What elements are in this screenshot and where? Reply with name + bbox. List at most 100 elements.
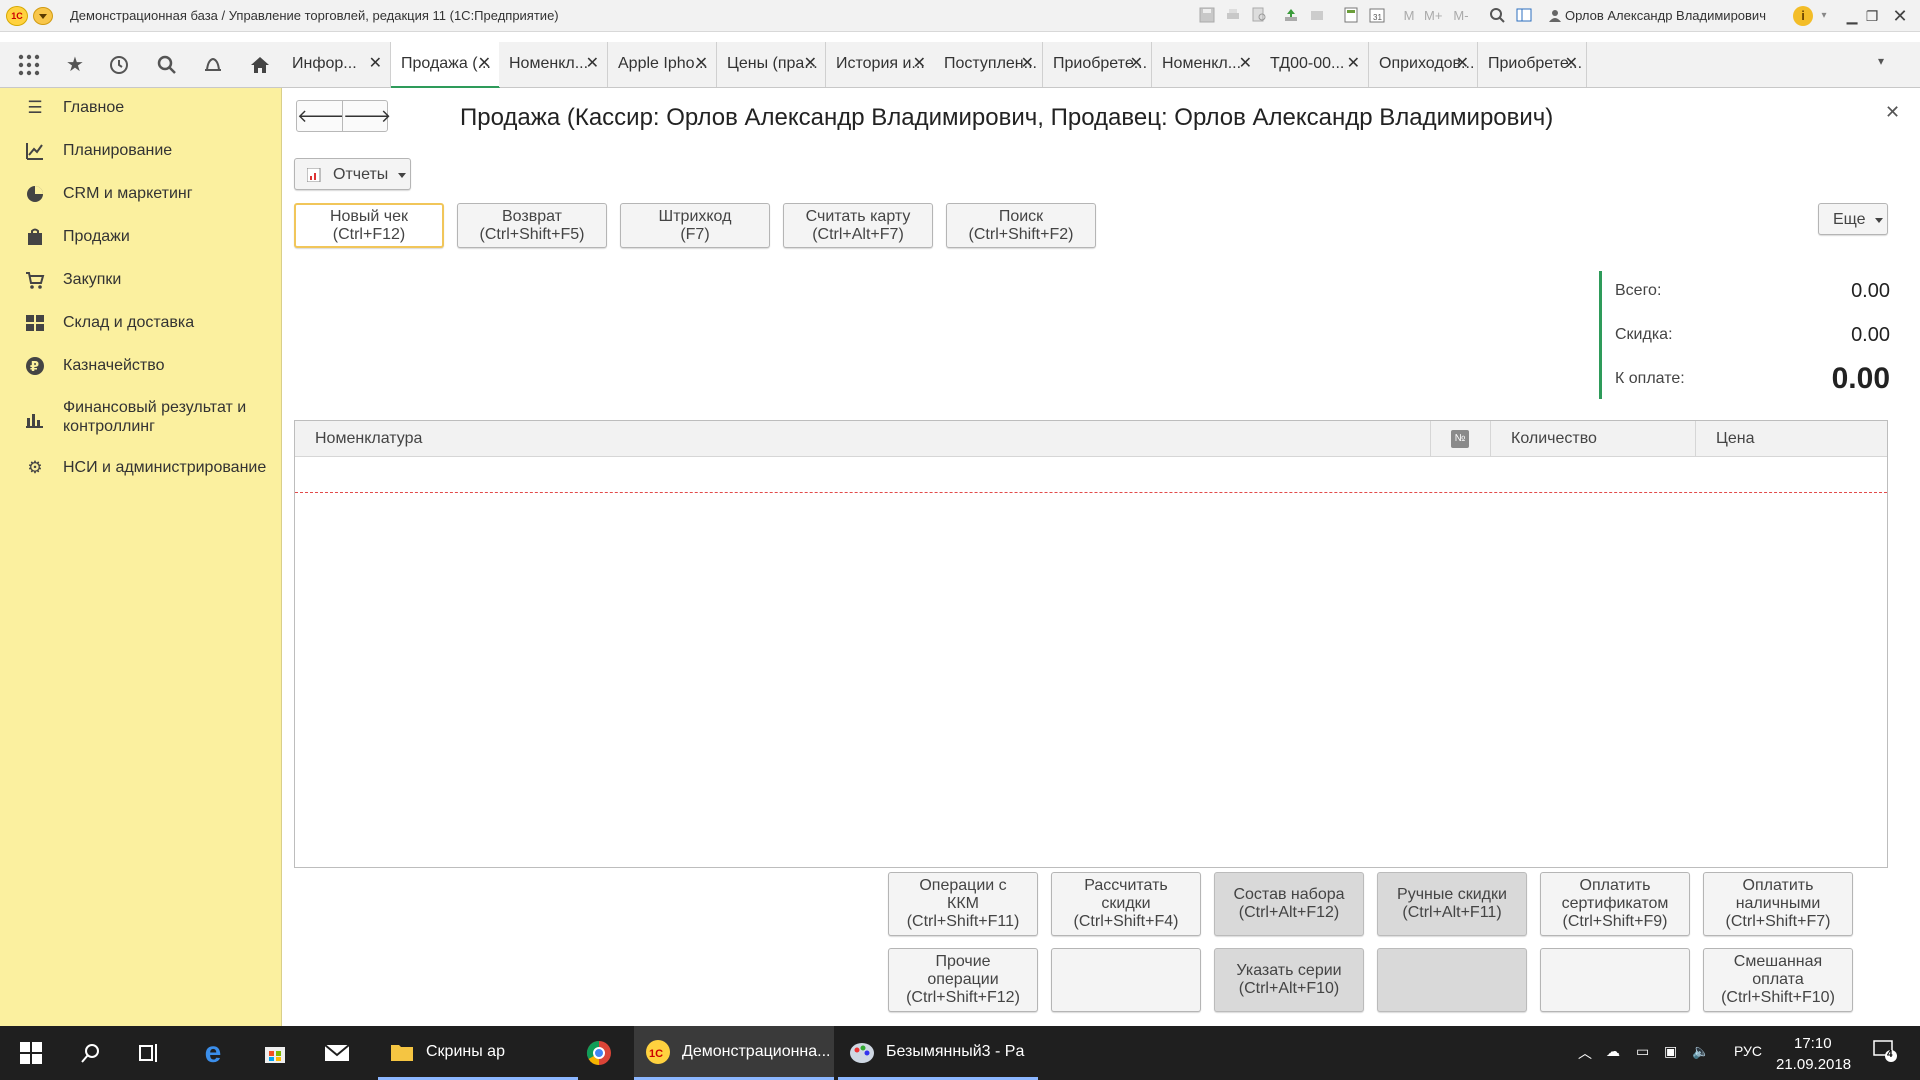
pay-cash-button[interactable]: Оплатить наличными (Ctrl+Shift+F7) (1703, 872, 1853, 936)
favorites-star-icon[interactable]: ★ (60, 50, 90, 80)
taskbar-app-1c[interactable]: 1С Демонстрационна... (634, 1026, 834, 1080)
search-button[interactable]: Поиск (Ctrl+Shift+F2) (946, 203, 1096, 248)
calendar-icon[interactable]: 31 (1368, 7, 1386, 25)
close-window-icon[interactable]: ✕ (1886, 4, 1914, 28)
notifications-icon[interactable]: 4 (1872, 1039, 1898, 1066)
close-tab-icon[interactable]: ✕ (804, 53, 817, 73)
clock-date[interactable]: 21.09.2018 (1776, 1056, 1851, 1073)
main-menu-icon[interactable] (33, 7, 53, 25)
specify-series-button[interactable]: Указать серии (Ctrl+Alt+F10) (1214, 948, 1364, 1012)
sidebar-item-sales[interactable]: Продажи (0, 219, 282, 255)
barcode-button[interactable]: Штрихкод (F7) (620, 203, 770, 248)
column-header-quantity[interactable]: Количество (1491, 421, 1696, 457)
close-tab-icon[interactable]: ✕ (913, 53, 926, 73)
close-tab-icon[interactable]: ✕ (695, 53, 708, 73)
close-tab-icon[interactable]: ✕ (1021, 53, 1034, 73)
empty-button-5[interactable] (1540, 948, 1690, 1012)
back-arrow-icon[interactable]: 🡐 (297, 104, 345, 128)
close-tab-icon[interactable]: ✕ (478, 53, 491, 73)
taskbar-app-paint[interactable]: Безымянный3 - Pa (838, 1026, 1038, 1080)
sidebar-item-admin[interactable]: ⚙ НСИ и администрирование (0, 450, 282, 486)
return-button[interactable]: Возврат (Ctrl+Shift+F5) (457, 203, 607, 248)
close-tab-icon[interactable]: ✕ (369, 53, 382, 73)
clock-time[interactable]: 17:10 (1794, 1035, 1832, 1052)
battery-icon[interactable]: ▭ (1636, 1043, 1649, 1060)
bell-icon[interactable] (198, 50, 228, 80)
tab-7[interactable]: Приобрете... ✕ (1043, 42, 1152, 87)
close-tab-icon[interactable]: ✕ (1347, 53, 1360, 73)
task-view-icon[interactable] (134, 1038, 164, 1068)
sidebar-item-warehouse[interactable]: Склад и доставка (0, 305, 282, 341)
forward-arrow-icon[interactable]: 🡒 (343, 104, 391, 128)
sidebar-item-planning[interactable]: Планирование (0, 133, 282, 169)
pay-certificate-button[interactable]: Оплатить сертификатом (Ctrl+Shift+F9) (1540, 872, 1690, 936)
close-tab-icon[interactable]: ✕ (1130, 53, 1143, 73)
table-row[interactable] (295, 457, 1887, 493)
taskbar-app-folder[interactable]: Скрины ар (378, 1026, 578, 1080)
column-header-price[interactable]: Цена (1696, 421, 1887, 457)
home-icon[interactable] (245, 50, 275, 80)
language-indicator[interactable]: РУС (1734, 1043, 1762, 1059)
empty-button-4[interactable] (1377, 948, 1527, 1012)
tab-9[interactable]: ТД00-00... ✕ (1260, 42, 1369, 87)
windows-start-icon[interactable] (16, 1038, 46, 1068)
chrome-icon[interactable] (584, 1038, 614, 1068)
1c-logo-icon[interactable]: 1С (6, 6, 28, 26)
empty-button-2[interactable] (1051, 948, 1201, 1012)
tab-1[interactable]: Продажа (... ✕ (391, 42, 500, 88)
preview-icon[interactable] (1250, 7, 1268, 25)
search-icon[interactable] (76, 1038, 106, 1068)
save-icon[interactable] (1198, 7, 1216, 25)
column-header-number[interactable]: № (1431, 421, 1491, 457)
sidebar-item-finance[interactable]: Финансовый результат и контроллинг (0, 398, 282, 438)
items-table[interactable]: Номенклатура № Количество Цена (294, 420, 1888, 868)
volume-icon[interactable]: 🔈 (1692, 1043, 1709, 1060)
tab-11[interactable]: Приобрете... ✕ (1478, 42, 1587, 87)
close-tab-icon[interactable]: ✕ (586, 53, 599, 73)
mail-icon[interactable] (1308, 7, 1326, 25)
mail-icon[interactable] (322, 1038, 352, 1068)
restore-icon[interactable]: ❐ (1858, 4, 1886, 28)
panels-icon[interactable] (1515, 7, 1533, 25)
current-user[interactable]: Орлов Александр Владимирович (1565, 8, 1766, 23)
upload-icon[interactable] (1282, 7, 1300, 25)
chevron-down-icon[interactable]: ▾ (1815, 7, 1833, 25)
close-tab-icon[interactable]: ✕ (1565, 53, 1578, 73)
tab-6[interactable]: Поступлен... ✕ (934, 42, 1043, 87)
new-receipt-button[interactable]: Новый чек (Ctrl+F12) (294, 203, 444, 248)
read-card-button[interactable]: Считать карту (Ctrl+Alt+F7) (783, 203, 933, 248)
tab-3[interactable]: Apple Ipho... ✕ (608, 42, 717, 87)
zoom-icon[interactable] (1488, 7, 1506, 25)
search-icon[interactable] (152, 50, 182, 80)
tray-chevron-up-icon[interactable]: ︿ (1578, 1043, 1592, 1063)
store-icon[interactable] (260, 1038, 290, 1068)
tab-5[interactable]: История и... ✕ (826, 42, 935, 87)
mixed-payment-button[interactable]: Смешанная оплата (Ctrl+Shift+F10) (1703, 948, 1853, 1012)
close-tab-icon[interactable]: ✕ (1239, 53, 1252, 73)
sidebar-item-purchases[interactable]: Закупки (0, 262, 282, 298)
more-button[interactable]: Еще (1818, 203, 1888, 235)
calculate-discounts-button[interactable]: Рассчитать скидки (Ctrl+Shift+F4) (1051, 872, 1201, 936)
manual-discounts-button[interactable]: Ручные скидки (Ctrl+Alt+F11) (1377, 872, 1527, 936)
close-form-icon[interactable]: ✕ (1885, 102, 1900, 123)
apps-grid-icon[interactable] (14, 50, 44, 80)
other-operations-button[interactable]: Прочие операции (Ctrl+Shift+F12) (888, 948, 1038, 1012)
tab-2[interactable]: Номенкл... ✕ (499, 42, 608, 87)
kkm-operations-button[interactable]: Операции с ККМ (Ctrl+Shift+F11) (888, 872, 1038, 936)
tab-4[interactable]: Цены (пра... ✕ (717, 42, 826, 87)
column-header-nomenclature[interactable]: Номенклатура (295, 421, 1431, 457)
print-icon[interactable] (1224, 7, 1242, 25)
tab-8[interactable]: Номенкл... ✕ (1152, 42, 1261, 87)
tab-0[interactable]: Инфор... ✕ (282, 42, 391, 87)
calculator-icon[interactable] (1342, 7, 1360, 25)
network-icon[interactable]: ▣ (1664, 1043, 1677, 1060)
sidebar-item-crm[interactable]: CRM и маркетинг (0, 176, 282, 212)
kit-contents-button[interactable]: Состав набора (Ctrl+Alt+F12) (1214, 872, 1364, 936)
reports-button[interactable]: Отчеты (294, 158, 411, 190)
history-icon[interactable] (104, 50, 134, 80)
close-tab-icon[interactable]: ✕ (1456, 53, 1469, 73)
memory-mminus-icon[interactable]: M- (1452, 7, 1470, 25)
memory-m-icon[interactable]: M (1400, 7, 1418, 25)
memory-mplus-icon[interactable]: M+ (1424, 7, 1442, 25)
sidebar-item-main[interactable]: ☰ Главное (0, 90, 282, 126)
